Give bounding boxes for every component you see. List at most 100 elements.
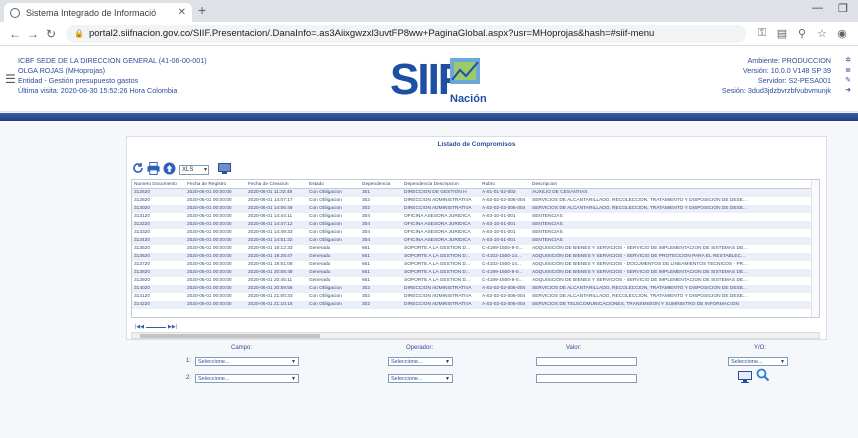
col-dep-descripcion-cell: SOPORTE A LA GESTION D... bbox=[404, 270, 471, 275]
col-fecha-registro-cell: 2020-06-01 00:00:00 bbox=[187, 302, 232, 307]
yo-select-1[interactable]: Seleccione... ▼ bbox=[728, 357, 788, 366]
col-fecha-registro-header[interactable]: Fecha de Registro bbox=[185, 180, 246, 188]
globe-icon bbox=[10, 7, 20, 18]
list-icon[interactable]: ≣ bbox=[842, 66, 854, 76]
vertical-scrollbar[interactable] bbox=[811, 180, 819, 317]
export-format-select[interactable]: XLS ▼ bbox=[179, 165, 209, 175]
col-descripcion-cell: SERVICIOS DE ALCANTARILLADO, RECOLECCION… bbox=[532, 206, 747, 211]
address-bar[interactable]: 🔒 portal2.siifnacion.gov.co/SIIF.Present… bbox=[66, 24, 746, 43]
header-session: Sesión: 3dud3jdzbvrzbfvubvmunjk bbox=[721, 86, 831, 95]
refresh-icon[interactable] bbox=[131, 162, 144, 175]
col-fecha-registro-cell: 2020-06-01 00:00:00 bbox=[187, 294, 232, 299]
page-slider[interactable] bbox=[146, 326, 166, 328]
logout-icon[interactable]: ➜ bbox=[842, 86, 854, 96]
operador-label: Operador: bbox=[406, 345, 434, 351]
col-fecha-registro-cell: 2020-06-01 00:00:00 bbox=[187, 238, 232, 243]
valor-input-1[interactable] bbox=[536, 357, 637, 366]
col-fecha-registro-cell: 2020-06-01 00:00:00 bbox=[187, 222, 232, 227]
table-row[interactable]: 314020 2020-06-01 00:00:00 2020-06-01 20:5… bbox=[132, 285, 819, 293]
filter-area: Campo: Operador: Valor: Y/O: 1: Seleccio… bbox=[126, 343, 827, 403]
close-tab-icon[interactable]: ✕ bbox=[178, 7, 186, 18]
valor-input-2[interactable] bbox=[536, 374, 637, 383]
col-rubro-cell: A-02-02-02-006-004 bbox=[482, 206, 526, 211]
filter-row-1-number: 1: bbox=[186, 358, 192, 364]
menu-icon[interactable]: ☰ bbox=[5, 72, 16, 86]
col-numero-cell: 313820 bbox=[134, 270, 151, 275]
col-numero-cell: 312620 bbox=[134, 198, 151, 203]
col-fecha-creacion-header[interactable]: Fecha de Creacion bbox=[246, 180, 307, 188]
table-row[interactable]: 313220 2020-06-01 00:00:00 2020-06-01 14:4… bbox=[132, 221, 819, 229]
browser-toolbar: ← → ↻ 🔒 portal2.siifnacion.gov.co/SIIF.P… bbox=[0, 22, 858, 46]
table-row[interactable]: 313520 2020-06-01 00:00:00 2020-06-01 19:1… bbox=[132, 245, 819, 253]
col-rubro-cell: C-4102-1500-14... bbox=[482, 254, 521, 259]
translate-icon[interactable]: ▤ bbox=[772, 27, 792, 40]
header-last-visit: Última visita: 2020-06-30 15:52:26 Hora … bbox=[18, 86, 178, 95]
col-estado-header[interactable]: Estado bbox=[307, 180, 360, 188]
horizontal-scrollbar[interactable] bbox=[131, 332, 820, 339]
table-row[interactable]: 313620 2020-06-01 00:00:00 2020-06-01 19:2… bbox=[132, 253, 819, 261]
col-numero-header[interactable]: Numero Documento bbox=[132, 180, 185, 188]
col-dependencia-cell: 661 bbox=[362, 278, 371, 283]
table-row[interactable]: 313020 2020-06-01 00:00:00 2020-06-01 14:0… bbox=[132, 205, 819, 213]
col-rubro-header[interactable]: Rubro bbox=[480, 180, 530, 188]
col-fecha-registro-cell: 2020-06-01 00:00:00 bbox=[187, 286, 232, 291]
campo-select-1[interactable]: Seleccione... ▼ bbox=[195, 357, 299, 366]
table-row[interactable]: 313720 2020-06-01 00:00:00 2020-06-01 19:5… bbox=[132, 261, 819, 269]
back-icon[interactable]: ← bbox=[6, 27, 24, 41]
print-icon[interactable] bbox=[147, 161, 160, 175]
table-row[interactable]: 313120 2020-06-01 00:00:00 2020-06-01 14:4… bbox=[132, 213, 819, 221]
col-fecha-creacion-cell: 2020-06-01 14:44:11 bbox=[248, 214, 293, 219]
col-dep-descripcion-header[interactable]: Dependencia Descripcion bbox=[402, 180, 480, 188]
col-rubro-cell: A-01-01-02-003 bbox=[482, 190, 516, 195]
col-estado-cell: Con Obligacion bbox=[309, 294, 342, 299]
col-descripcion-header[interactable]: Descripcion bbox=[530, 180, 812, 188]
col-descripcion-cell: SERVICIOS DE ALCANTARILLADO, RECOLECCION… bbox=[532, 286, 747, 291]
restore-icon[interactable]: ❐ bbox=[838, 2, 848, 15]
operador-select-1[interactable]: Seleccione... ▼ bbox=[388, 357, 453, 366]
monitor-icon[interactable] bbox=[738, 370, 752, 388]
table-row[interactable]: 313320 2020-06-01 00:00:00 2020-06-01 14:4… bbox=[132, 229, 819, 237]
table-row[interactable]: 314120 2020-06-01 00:00:00 2020-06-01 21:0… bbox=[132, 293, 819, 301]
col-dep-descripcion-cell: DIRECCION ADMINISTRATIVA bbox=[404, 302, 472, 307]
upload-icon[interactable] bbox=[163, 162, 176, 175]
table-row[interactable]: 313420 2020-06-01 00:00:00 2020-06-01 14:5… bbox=[132, 237, 819, 245]
col-dep-descripcion-cell: OFICINA ASESORA JURIDICA bbox=[404, 238, 471, 243]
col-dep-descripcion-cell: DIRECCION ADMINISTRATIVA bbox=[404, 286, 472, 291]
zoom-icon[interactable]: ⚲ bbox=[792, 27, 812, 40]
col-dependencia-cell: 301 bbox=[362, 190, 371, 195]
account-icon[interactable]: ◉ bbox=[832, 27, 852, 40]
last-page-icon[interactable]: ▶▶| bbox=[168, 324, 177, 330]
table-row[interactable]: 313820 2020-06-01 00:00:00 2020-06-01 20:0… bbox=[132, 269, 819, 277]
valor-label: Valor: bbox=[566, 345, 582, 351]
col-dependencia-cell: 302 bbox=[362, 294, 371, 299]
reload-icon[interactable]: ↻ bbox=[42, 27, 60, 41]
minimize-icon[interactable]: — bbox=[812, 2, 823, 14]
col-fecha-registro-cell: 2020-06-01 00:00:00 bbox=[187, 206, 232, 211]
first-page-icon[interactable]: |◀◀ bbox=[135, 324, 144, 330]
col-dep-descripcion-cell: OFICINA ASESORA JURIDICA bbox=[404, 214, 471, 219]
export-icon[interactable] bbox=[218, 162, 231, 175]
star-icon[interactable]: ☆ bbox=[812, 27, 832, 40]
scroll-thumb[interactable] bbox=[140, 334, 320, 338]
search-icon[interactable] bbox=[756, 368, 770, 387]
table-row[interactable]: 312620 2020-06-01 00:00:00 2020-06-01 14:0… bbox=[132, 197, 819, 205]
campo-select-2[interactable]: Seleccione... ▼ bbox=[195, 374, 299, 383]
col-dependencia-header[interactable]: Dependencia bbox=[360, 180, 402, 188]
col-estado-cell: Con Obligacion bbox=[309, 206, 342, 211]
col-dependencia-cell: 304 bbox=[362, 214, 371, 219]
col-rubro-cell: C-4102-1500-14... bbox=[482, 262, 521, 267]
table-row[interactable]: 313920 2020-06-01 00:00:00 2020-06-01 20:4… bbox=[132, 277, 819, 285]
settings-icon[interactable]: ✲ bbox=[842, 56, 854, 66]
operador-select-2[interactable]: Seleccione... ▼ bbox=[388, 374, 453, 383]
siif-logo: SIIF Nación bbox=[390, 55, 486, 105]
col-descripcion-cell: ADQUISICIÓN DE BIENES Y SERVICIOS - SERV… bbox=[532, 254, 746, 259]
table-row[interactable]: 312520 2020-06-01 00:00:00 2020-06-01 11:3… bbox=[132, 189, 819, 197]
table-row[interactable]: 314220 2020-06-01 00:00:00 2020-06-01 21:1… bbox=[132, 301, 819, 309]
forward-icon[interactable]: → bbox=[24, 27, 42, 41]
key-icon[interactable]: ⚿ bbox=[752, 27, 772, 40]
new-tab-icon[interactable]: + bbox=[198, 2, 206, 18]
header-user-info: ICBF SEDE DE LA DIRECCION GENERAL (41-06… bbox=[18, 56, 207, 96]
pin-icon[interactable]: ✎ bbox=[842, 76, 854, 86]
col-dependencia-cell: 661 bbox=[362, 254, 371, 259]
browser-tab[interactable]: Sistema Integrado de Informació ✕ bbox=[4, 3, 192, 22]
